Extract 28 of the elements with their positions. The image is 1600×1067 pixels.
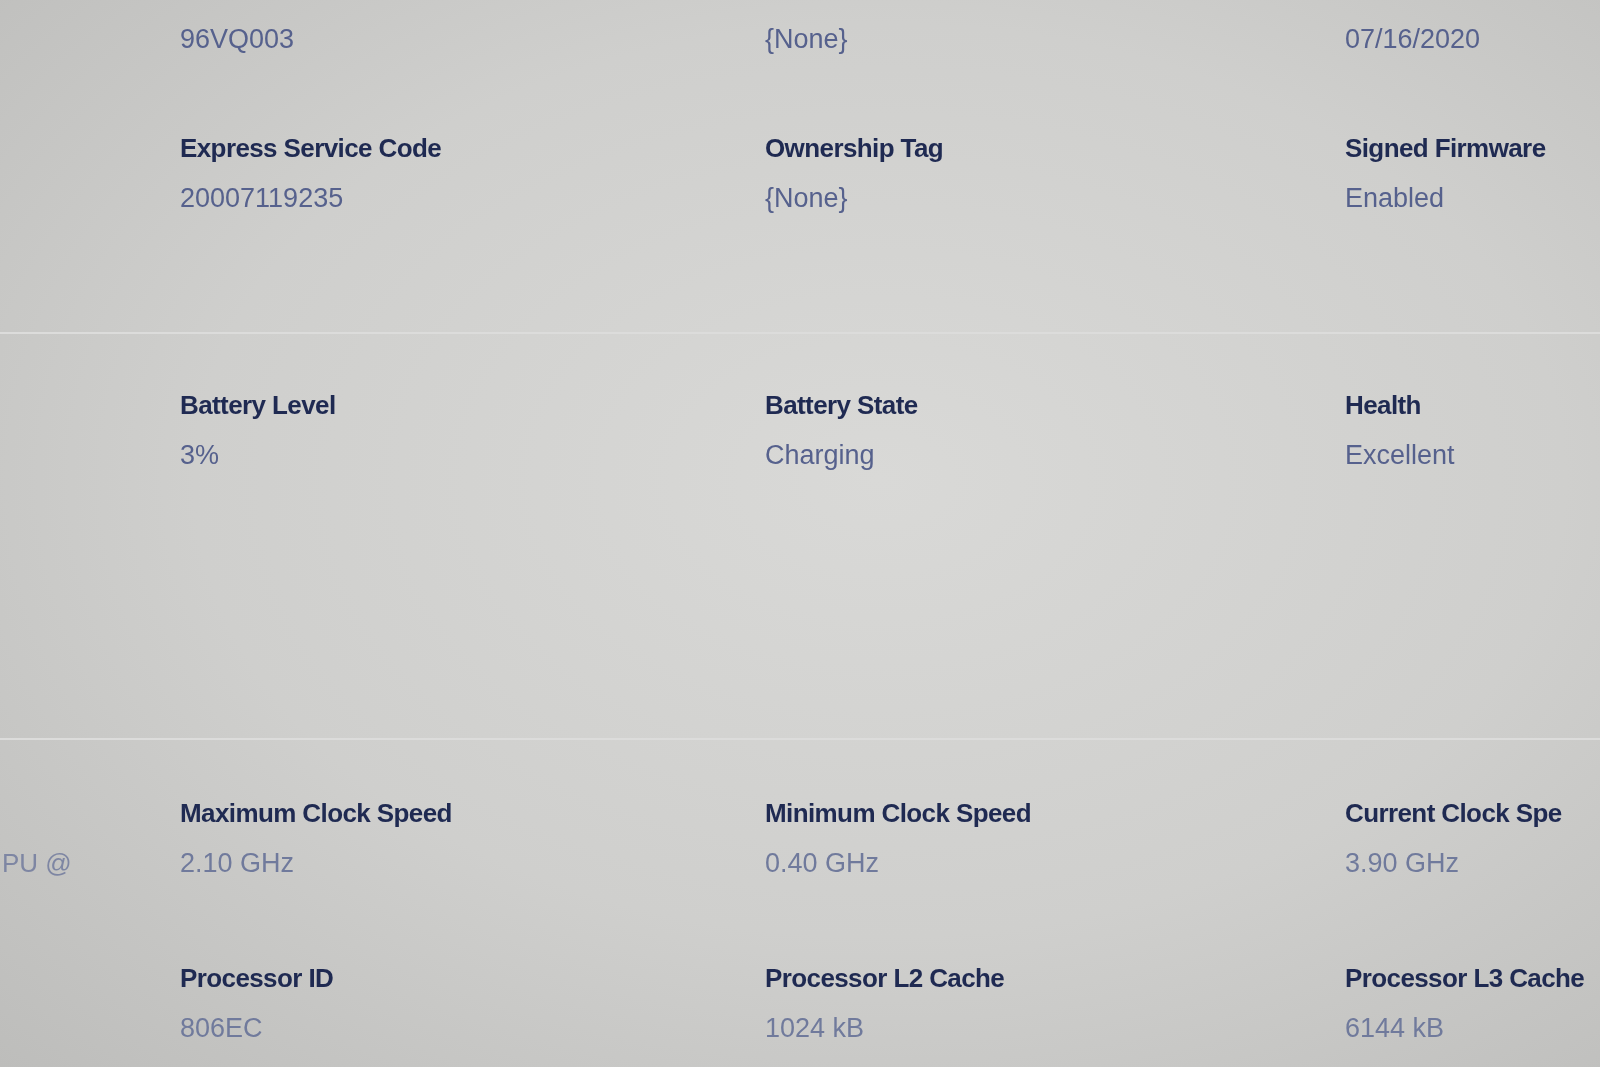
field-value: 3.90 GHz (1345, 847, 1460, 879)
field-value: Excellent (1345, 439, 1455, 471)
field-label: Processor L2 Cache (765, 962, 1005, 994)
field-label: Maximum Clock Speed (180, 797, 452, 829)
field-value: 20007119235 (180, 182, 344, 214)
field-label: Processor ID (180, 962, 334, 994)
field-value: Enabled (1345, 182, 1445, 214)
field-value: {None} (765, 23, 848, 55)
field-value: 0.40 GHz (765, 847, 880, 879)
field-label: Health (1345, 389, 1421, 421)
field-value: {None} (765, 182, 848, 214)
field-label: Battery Level (180, 389, 336, 421)
field-label: Signed Firmware (1345, 132, 1546, 164)
field-value: 96VQ003 (180, 23, 295, 55)
field-value: 806EC (180, 1012, 263, 1044)
field-value: 07/16/2020 (1345, 23, 1481, 55)
field-label: Express Service Code (180, 132, 442, 164)
field-value: 2.10 GHz (180, 847, 295, 879)
field-value: 3% (180, 439, 220, 471)
field-value: 6144 kB (1345, 1012, 1445, 1044)
field-label: Current Clock Spe (1345, 797, 1562, 829)
field-value: Charging (765, 439, 875, 471)
field-label: Processor L3 Cache (1345, 962, 1585, 994)
label-fragment: PU @ (2, 847, 72, 879)
field-label: Ownership Tag (765, 132, 944, 164)
field-value: 1024 kB (765, 1012, 865, 1044)
field-label: Minimum Clock Speed (765, 797, 1031, 829)
field-label: Battery State (765, 389, 918, 421)
